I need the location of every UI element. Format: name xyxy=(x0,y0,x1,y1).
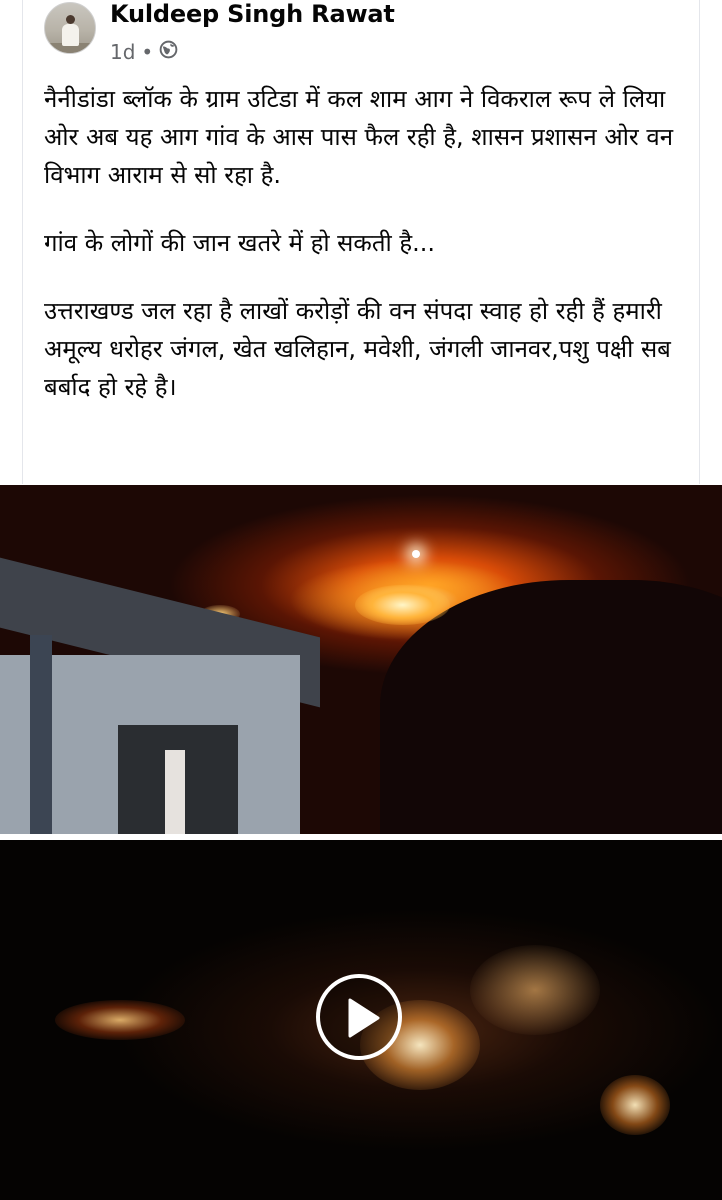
post-text: नैनीडांडा ब्लॉक के ग्राम उटिडा में कल शा… xyxy=(44,80,684,436)
author-name[interactable]: Kuldeep Singh Rawat xyxy=(110,0,395,28)
post-paragraph-3: उत्तराखण्ड जल रहा है लाखों करोड़ों की वन… xyxy=(44,297,671,401)
globe-icon xyxy=(159,40,178,64)
fire-photo-house[interactable] xyxy=(0,485,722,834)
post-paragraph-1: नैनीडांडा ब्लॉक के ग्राम उटिडा में कल शा… xyxy=(44,85,674,189)
post-header: Kuldeep Singh Rawat 1d • xyxy=(44,0,684,70)
post-right-border xyxy=(699,0,700,484)
post-meta: 1d • xyxy=(110,40,178,64)
post-left-border xyxy=(22,0,23,484)
fire-video-thumbnail[interactable] xyxy=(0,840,722,1200)
post-paragraph-2: गांव के लोगों की जान खतरे में हो सकती है… xyxy=(44,229,435,257)
meta-separator: • xyxy=(141,40,154,64)
avatar[interactable] xyxy=(44,2,96,54)
play-button[interactable] xyxy=(316,974,402,1060)
post-timestamp[interactable]: 1d xyxy=(110,40,135,64)
